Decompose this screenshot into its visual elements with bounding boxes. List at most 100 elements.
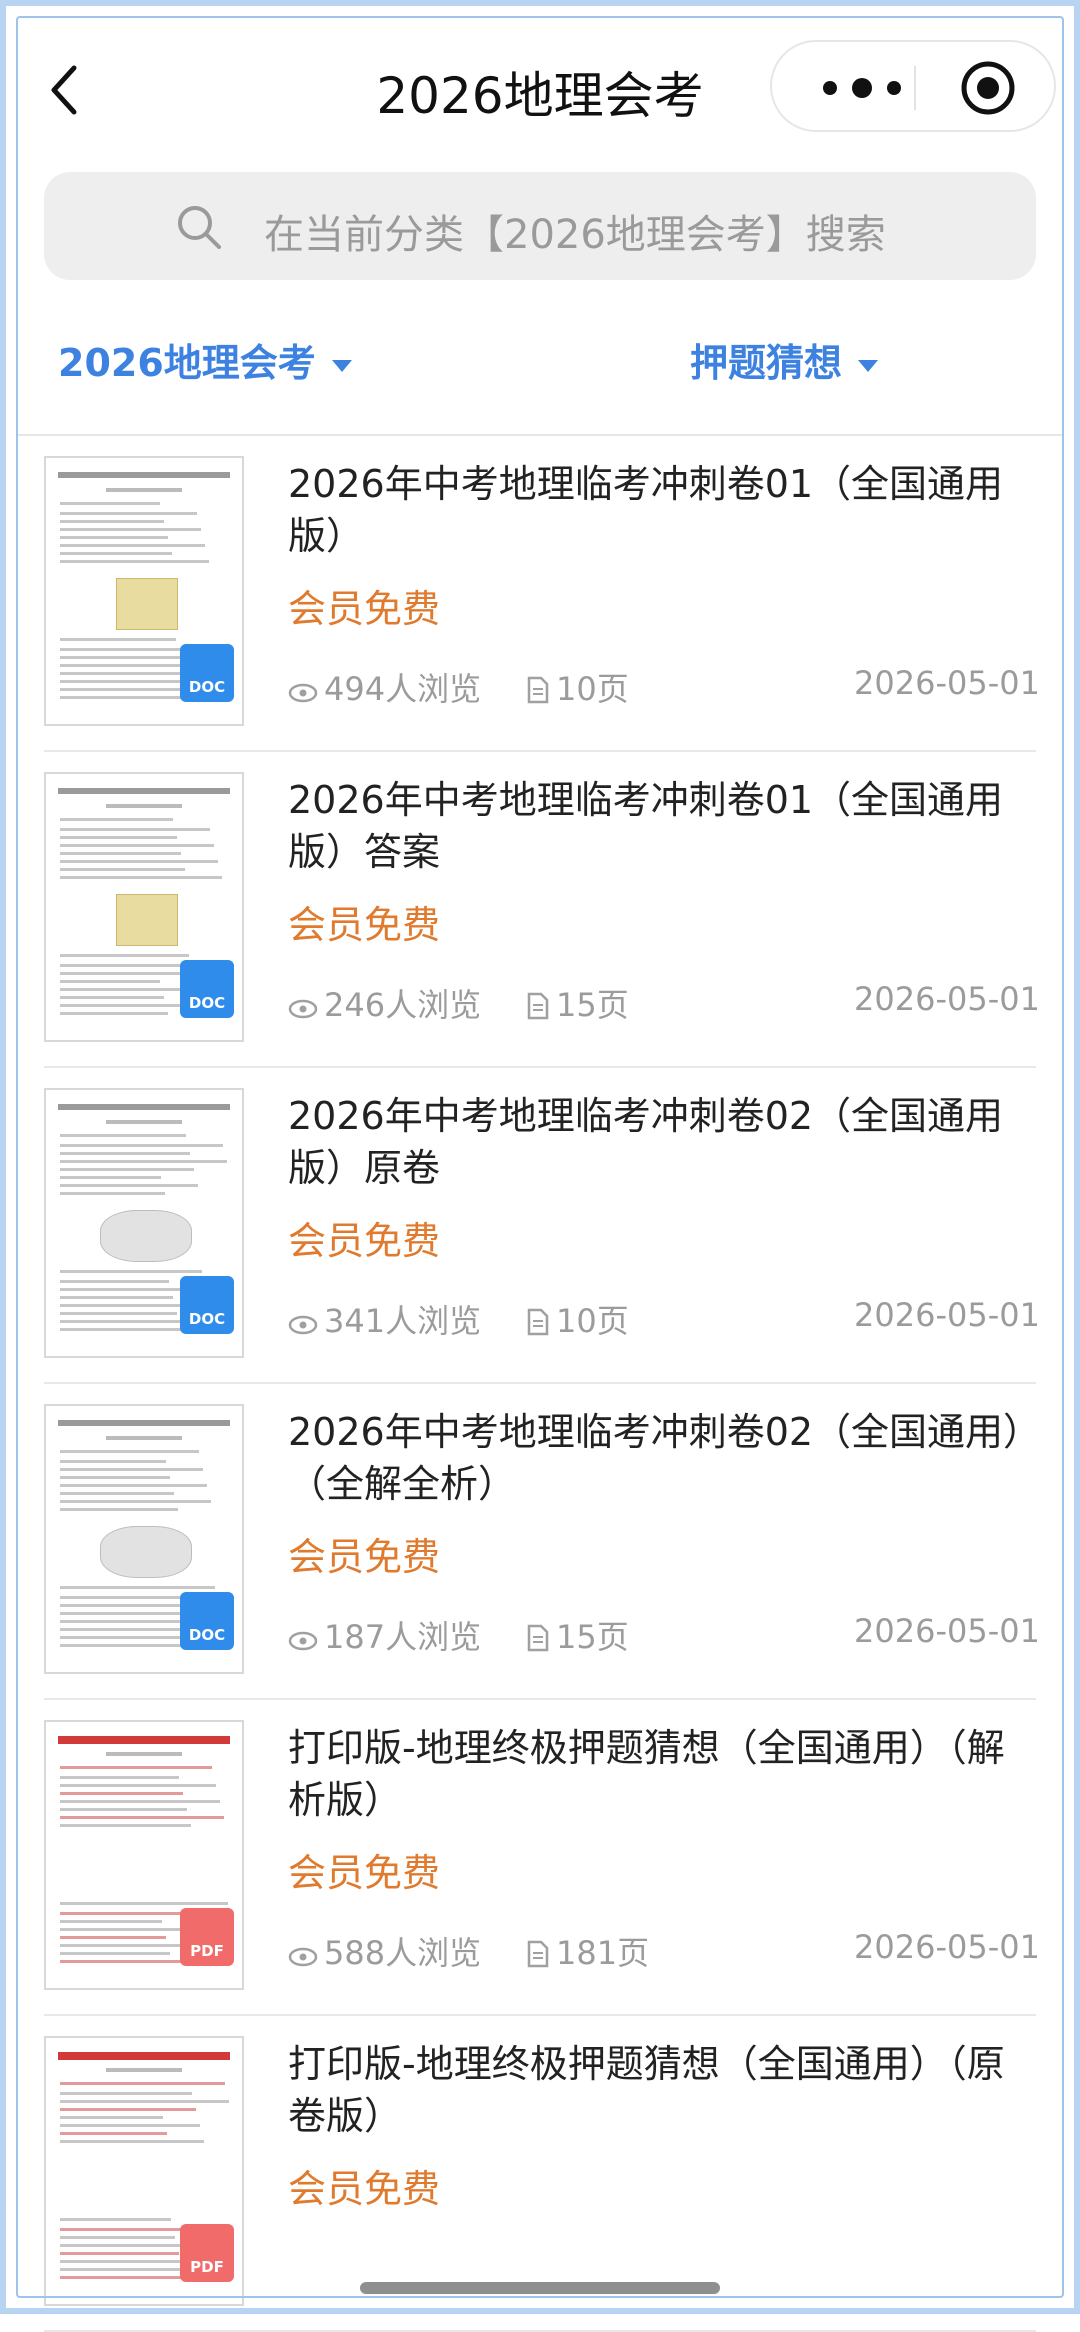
- thumb-text-line: [60, 828, 210, 831]
- list-item[interactable]: DOC 2026年中考地理临考冲刺卷02（全国通用）（全解全析） 会员免费 18…: [0, 1384, 1080, 1700]
- thumb-text-line: [60, 2140, 204, 2143]
- more-dots-icon[interactable]: [812, 74, 912, 102]
- thumb-text-line: [60, 1928, 199, 1931]
- nav-bar: 2026地理会考: [0, 0, 1080, 170]
- thumb-text-line: [60, 972, 193, 975]
- price-tag: 会员免费: [288, 2167, 441, 2211]
- thumb-map: [100, 1526, 192, 1578]
- thumb-text-line: [60, 2100, 229, 2103]
- thumb-text-line: [60, 988, 197, 991]
- list-item[interactable]: DOC 2026年中考地理临考冲刺卷02（全国通用版）原卷 会员免费 341人浏…: [0, 1068, 1080, 1384]
- filter-category[interactable]: 2026地理会考: [58, 332, 352, 387]
- eye-icon: [288, 1631, 318, 1651]
- filter-type[interactable]: 押题猜想: [690, 332, 879, 387]
- document-title[interactable]: 2026年中考地理临考冲刺卷02（全国通用）（全解全析）: [288, 1406, 1040, 1510]
- thumb-text-line: [60, 656, 180, 659]
- price-tag: 会员免费: [288, 903, 441, 947]
- thumb-title-line: [58, 788, 230, 794]
- price-tag: 会员免费: [288, 1535, 441, 1579]
- list-item[interactable]: PDF 打印版-地理终极押题猜想（全国通用）（解析版） 会员免费 588人浏览 …: [0, 1700, 1080, 2016]
- thumb-text-line: [60, 2252, 179, 2255]
- view-count-text: 588人浏览: [324, 1934, 482, 1972]
- thumb-text-line: [60, 2236, 175, 2239]
- view-count: 341人浏览: [288, 1296, 481, 1342]
- document-pages-icon: [527, 992, 549, 1020]
- caret-down-icon: [858, 359, 879, 372]
- pdf-file-icon: PDF: [180, 2224, 234, 2282]
- list-item[interactable]: DOC 2026年中考地理临考冲刺卷01（全国通用版） 会员免费 494人浏览 …: [0, 436, 1080, 752]
- thumb-map: [116, 578, 178, 630]
- caret-down-icon: [331, 359, 352, 372]
- price-tag: 会员免费: [288, 1219, 441, 1263]
- view-count-text: 494人浏览: [324, 670, 482, 708]
- document-pages-icon: [527, 1308, 549, 1336]
- document-thumbnail[interactable]: DOC: [44, 456, 244, 726]
- thumb-text-line: [60, 1628, 190, 1631]
- thumb-text-line: [60, 1902, 228, 1905]
- document-thumbnail[interactable]: PDF: [44, 1720, 244, 1990]
- thumb-text-line: [60, 1644, 194, 1647]
- document-thumbnail[interactable]: DOC: [44, 1404, 244, 1674]
- thumb-text-line: [60, 1500, 211, 1503]
- search-input[interactable]: 在当前分类【2026地理会考】搜索: [44, 172, 1036, 280]
- doc-file-icon: DOC: [180, 1276, 234, 1334]
- publish-date: 2026-05-01: [854, 664, 1040, 702]
- record-icon[interactable]: [960, 60, 1016, 116]
- document-title[interactable]: 2026年中考地理临考冲刺卷01（全国通用版）答案: [288, 774, 1040, 878]
- thumb-text-line: [60, 1312, 177, 1315]
- thumb-text-line: [60, 1270, 202, 1273]
- search-icon: [178, 206, 221, 249]
- page-count: 10页: [526, 1296, 629, 1342]
- eye-icon: [288, 1947, 318, 1967]
- thumb-text-line: [60, 638, 176, 641]
- thumb-subtitle-line: [106, 804, 182, 808]
- thumb-text-line: [60, 1792, 183, 1795]
- pdf-file-icon: PDF: [180, 1908, 234, 1966]
- publish-date: 2026-05-01: [854, 1296, 1040, 1334]
- view-count-text: 341人浏览: [324, 1302, 482, 1340]
- thumb-title-line: [58, 1420, 230, 1426]
- thumb-text-line: [60, 1816, 224, 1819]
- eye-icon: [288, 683, 318, 703]
- document-thumbnail[interactable]: PDF: [44, 2036, 244, 2306]
- document-title[interactable]: 打印版-地理终极押题猜想（全国通用）（原卷版）: [288, 2038, 1040, 2142]
- document-meta: 341人浏览 10页 2026-05-01: [288, 1296, 1040, 1340]
- thumb-text-line: [60, 688, 188, 691]
- thumb-text-line: [60, 672, 184, 675]
- thumb-text-line: [60, 876, 222, 879]
- filter-category-label: 2026地理会考: [58, 341, 316, 385]
- thumb-map: [116, 894, 178, 946]
- thumb-text-line: [60, 1144, 223, 1147]
- thumb-text-line: [60, 544, 205, 547]
- document-list: DOC 2026年中考地理临考冲刺卷01（全国通用版） 会员免费 494人浏览 …: [0, 436, 1080, 2332]
- thumb-text-line: [60, 1152, 190, 1155]
- thumb-text-line: [60, 1476, 170, 1479]
- thumb-subtitle-line: [106, 488, 182, 492]
- thumb-subtitle-line: [106, 2068, 182, 2072]
- thumb-text-line: [60, 1450, 199, 1453]
- thumb-text-line: [60, 560, 209, 563]
- home-indicator: [360, 2282, 720, 2294]
- document-title[interactable]: 2026年中考地理临考冲刺卷01（全国通用版）: [288, 458, 1040, 562]
- thumb-text-line: [60, 1484, 207, 1487]
- document-meta: 494人浏览 10页 2026-05-01: [288, 664, 1040, 708]
- document-meta: 246人浏览 15页 2026-05-01: [288, 980, 1040, 1024]
- document-title[interactable]: 2026年中考地理临考冲刺卷02（全国通用版）原卷: [288, 1090, 1040, 1194]
- thumb-text-line: [60, 954, 189, 957]
- capsule-divider: [914, 66, 916, 110]
- thumb-text-line: [60, 1134, 186, 1137]
- list-item[interactable]: DOC 2026年中考地理临考冲刺卷01（全国通用版）答案 会员免费 246人浏…: [0, 752, 1080, 1068]
- thumb-subtitle-line: [106, 1436, 182, 1440]
- view-count-text: 246人浏览: [324, 986, 482, 1024]
- document-meta: 588人浏览 181页 2026-05-01: [288, 1928, 1040, 1972]
- thumb-text-line: [60, 2268, 183, 2271]
- publish-date: 2026-05-01: [854, 1612, 1040, 1650]
- view-count: 588人浏览: [288, 1928, 481, 1974]
- publish-date: 2026-05-01: [854, 1928, 1040, 1966]
- thumb-text-line: [60, 1952, 170, 1955]
- thumb-text-line: [60, 1176, 161, 1179]
- thumb-text-line: [60, 2132, 167, 2135]
- document-thumbnail[interactable]: DOC: [44, 1088, 244, 1358]
- document-title[interactable]: 打印版-地理终极押题猜想（全国通用）（解析版）: [288, 1722, 1040, 1826]
- document-thumbnail[interactable]: DOC: [44, 772, 244, 1042]
